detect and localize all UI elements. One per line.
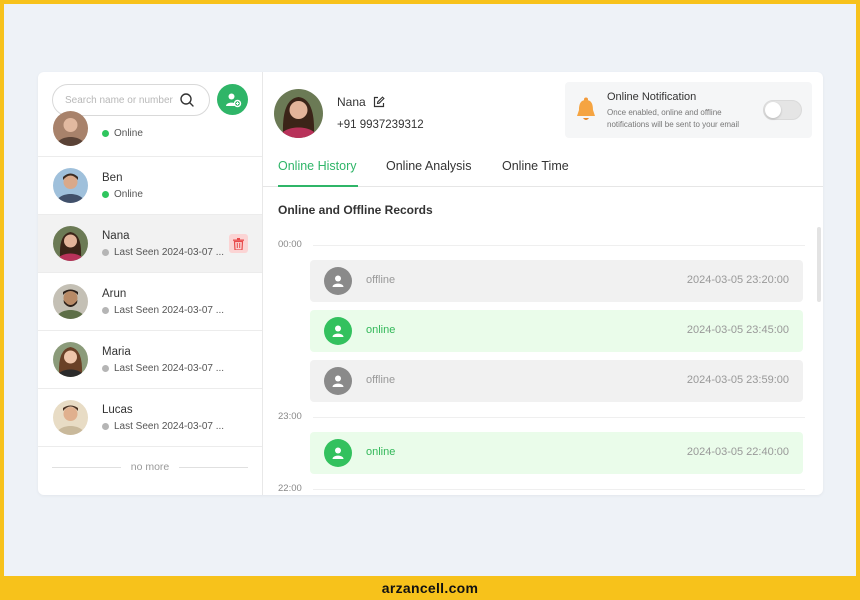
add-user-icon <box>225 93 241 107</box>
contact-name: Nana <box>102 230 130 242</box>
record-row: offline 2024-03-05 23:20:00 <box>310 260 803 302</box>
avatar <box>53 168 88 203</box>
profile-name-row: Nana <box>337 95 385 109</box>
watermark-footer: arzancell.com <box>381 580 479 596</box>
time-label: 23:00 <box>278 411 302 422</box>
record-time: 2024-03-05 23:45:00 <box>686 324 789 336</box>
records-timeline: 00:00 offline 2024-03-05 23:20:00 online… <box>263 232 823 495</box>
offline-dot <box>102 365 109 372</box>
active-tab-indicator <box>278 185 358 187</box>
record-row: online 2024-03-05 22:40:00 <box>310 432 803 474</box>
no-more-label: no more <box>130 461 170 473</box>
avatar <box>53 400 88 435</box>
contact-status: Last Seen 2024-03-07 ... <box>102 363 224 374</box>
tab-online-time[interactable]: Online Time <box>502 159 569 173</box>
app-window: Online Ben Online Nana Last Seen 2024-03… <box>38 72 823 495</box>
time-label: 22:00 <box>278 483 302 494</box>
record-row: offline 2024-03-05 23:59:00 <box>310 360 803 402</box>
contact-sidebar: Online Ben Online Nana Last Seen 2024-03… <box>38 72 263 495</box>
contact-name: Maria <box>102 346 131 358</box>
notification-title: Online Notification <box>607 91 697 103</box>
contact-item-arun[interactable]: Arun Last Seen 2024-03-07 ... <box>38 273 262 331</box>
contact-status: Online <box>102 189 143 200</box>
add-contact-button[interactable] <box>217 84 248 115</box>
record-status: online <box>366 446 396 458</box>
avatar <box>53 111 88 146</box>
record-row: online 2024-03-05 23:45:00 <box>310 310 803 352</box>
avatar <box>53 284 88 319</box>
contact-item-lucas[interactable]: Lucas Last Seen 2024-03-07 ... <box>38 389 262 447</box>
offline-dot <box>102 307 109 314</box>
contact-item-ben[interactable]: Ben Online <box>38 157 262 215</box>
record-status: online <box>366 324 396 336</box>
divider <box>179 466 248 468</box>
contact-status: Last Seen 2024-03-07 ... <box>102 247 224 258</box>
time-divider <box>313 245 805 246</box>
time-divider <box>313 417 805 418</box>
notification-description: Once enabled, online and offline notific… <box>607 108 740 129</box>
record-time: 2024-03-05 23:20:00 <box>686 274 789 286</box>
contact-list: Online Ben Online Nana Last Seen 2024-03… <box>38 111 262 447</box>
time-label: 00:00 <box>278 239 302 250</box>
search-input[interactable] <box>65 92 177 108</box>
user-icon <box>324 367 352 395</box>
offline-dot <box>102 249 109 256</box>
online-dot <box>102 130 109 137</box>
avatar <box>53 226 88 261</box>
record-time: 2024-03-05 23:59:00 <box>686 374 789 386</box>
contact-status: Online <box>102 128 143 139</box>
contact-item-nana[interactable]: Nana Last Seen 2024-03-07 ... <box>38 215 262 273</box>
notification-toggle[interactable] <box>763 100 802 120</box>
avatar <box>53 342 88 377</box>
contact-status: Last Seen 2024-03-07 ... <box>102 421 224 432</box>
profile-avatar <box>274 89 323 138</box>
user-icon <box>324 317 352 345</box>
bell-icon <box>577 97 595 120</box>
section-title: Online and Offline Records <box>278 203 433 217</box>
page-background: Online Ben Online Nana Last Seen 2024-03… <box>4 4 856 576</box>
toggle-knob <box>765 102 781 118</box>
search-icon[interactable] <box>179 92 195 108</box>
online-dot <box>102 191 109 198</box>
contact-name: Arun <box>102 288 127 300</box>
tab-online-analysis[interactable]: Online Analysis <box>386 159 471 173</box>
delete-button[interactable] <box>229 234 248 253</box>
contact-name: Ben <box>102 172 123 184</box>
record-time: 2024-03-05 22:40:00 <box>686 446 789 458</box>
contact-name: Lucas <box>102 404 133 416</box>
record-status: offline <box>366 374 396 386</box>
contact-item[interactable]: Online <box>38 111 262 157</box>
tab-bar: Online History Online Analysis Online Ti… <box>263 150 823 187</box>
profile-name: Nana <box>337 95 366 109</box>
divider <box>52 466 121 468</box>
record-status: offline <box>366 274 396 286</box>
profile-phone: +91 9937239312 <box>337 119 424 131</box>
main-panel: Nana +91 9937239312 Online Notification … <box>263 72 823 495</box>
user-icon <box>324 267 352 295</box>
user-icon <box>324 439 352 467</box>
time-divider <box>313 489 805 490</box>
contact-status: Last Seen 2024-03-07 ... <box>102 305 224 316</box>
tab-online-history[interactable]: Online History <box>278 159 357 173</box>
trash-icon <box>233 237 244 250</box>
scrollbar[interactable] <box>817 227 821 302</box>
edit-icon[interactable] <box>373 96 385 108</box>
contact-item-maria[interactable]: Maria Last Seen 2024-03-07 ... <box>38 331 262 389</box>
offline-dot <box>102 423 109 430</box>
notification-card: Online Notification Once enabled, online… <box>565 82 812 138</box>
list-end-indicator: no more <box>52 459 248 475</box>
